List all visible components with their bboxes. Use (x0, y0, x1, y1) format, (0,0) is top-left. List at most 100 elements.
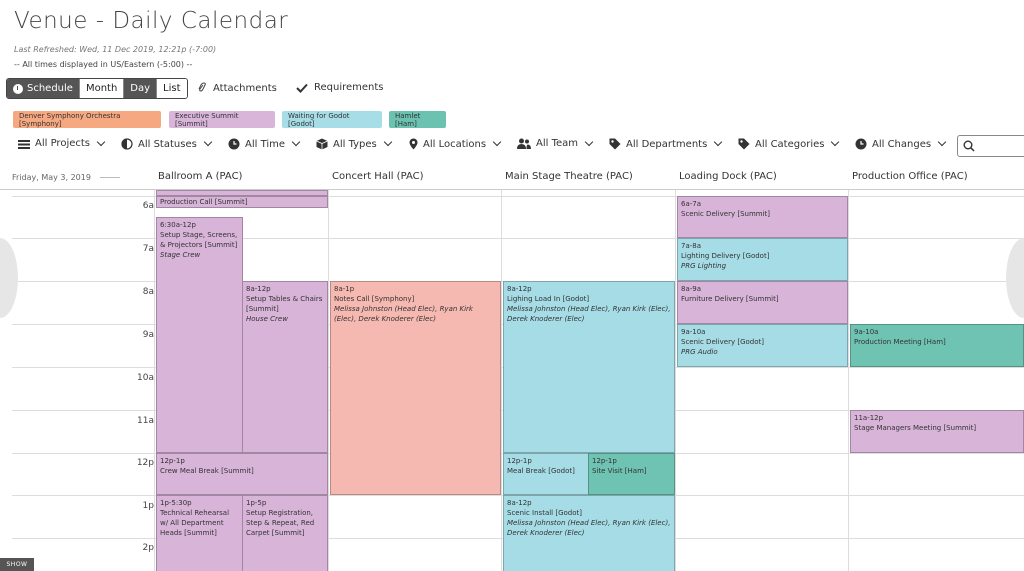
search-icon (963, 140, 975, 152)
locations-filter[interactable]: All Locations (409, 137, 502, 150)
event-time: 6a-7a (681, 200, 702, 208)
tag-icon (738, 138, 750, 150)
event-time: 6:30a-12p (160, 221, 196, 229)
chevron-down-icon (831, 137, 840, 147)
column-divider (675, 190, 676, 571)
column-loading-dock: Loading Dock (PAC) (679, 171, 777, 182)
hour-label: 12p (136, 458, 154, 468)
categories-filter[interactable]: All Categories (738, 137, 840, 150)
checkmark-icon (296, 83, 308, 93)
event-title: Production Meeting [Ham] (854, 338, 946, 346)
half-circle-icon (121, 138, 133, 150)
projects-filter[interactable]: All Projects (18, 137, 106, 149)
event-crew: PRG Lighting (681, 262, 727, 270)
event-title: Lighting Delivery [Godot] (681, 252, 770, 260)
chevron-down-icon (291, 137, 301, 147)
event-scenic-delivery-summit[interactable]: 6a-7a Scenic Delivery [Summit] (677, 196, 848, 238)
timezone-note: -- All times displayed in US/Eastern (-5… (14, 60, 193, 69)
column-main-stage: Main Stage Theatre (PAC) (505, 171, 633, 182)
event-production-meeting[interactable]: 9a-10a Production Meeting [Ham] (850, 324, 1024, 367)
event-time: 12p-1p (592, 457, 617, 465)
event-title: Scenic Delivery [Summit] (681, 210, 771, 218)
statuses-filter[interactable]: All Statuses (121, 137, 213, 150)
last-refreshed: Last Refreshed: Wed, 11 Dec 2019, 12:21p… (14, 45, 217, 54)
page-title: Venue - Daily Calendar (14, 8, 289, 34)
hour-label: 2p (142, 543, 154, 553)
event-setup-registration[interactable]: 1p-5p Setup Registration, Step & Repeat,… (242, 495, 328, 571)
attachments-label: Attachments (213, 82, 277, 94)
event-crew-meal[interactable]: 12p-1p Crew Meal Break [Summit] (156, 453, 328, 495)
team-filter[interactable]: All Team (517, 137, 594, 149)
month-view-button[interactable]: Month (79, 79, 125, 98)
changes-filter[interactable]: All Changes (855, 137, 947, 150)
event-title: Production Call [Summit] (160, 198, 248, 206)
legend-symphony[interactable]: Denver Symphony Orchestra [Symphony] (13, 111, 161, 128)
event-lighting-delivery[interactable]: 7a-8a Lighting Delivery [Godot] PRG Ligh… (677, 238, 848, 281)
event-scenic-install[interactable]: 8a-12p Scenic Install [Godot] Melissa Jo… (503, 495, 675, 571)
event-title: Lighing Load In [Godot] (507, 295, 590, 303)
event-time: 11a-12p (854, 414, 884, 422)
locations-filter-label: All Locations (423, 138, 487, 150)
event-time: 8a-12p (507, 499, 532, 507)
chevron-down-icon (383, 137, 393, 147)
departments-filter[interactable]: All Departments (609, 137, 723, 150)
view-switcher: Schedule Month Day List (6, 78, 188, 99)
column-divider (154, 190, 155, 571)
time-filter[interactable]: All Time (228, 137, 301, 150)
hour-label: 7a (142, 244, 154, 254)
event-tech-rehearsal[interactable]: 1p-5:30p Technical Rehearsal w/ All Depa… (156, 495, 243, 571)
show-button[interactable]: SHOW (0, 558, 34, 571)
event-crew: Melissa Johnston (Head Elec), Ryan Kirk … (334, 305, 473, 323)
chevron-down-icon (714, 137, 723, 147)
event-stage-managers-meeting[interactable]: 11a-12p Stage Managers Meeting [Summit] (850, 410, 1024, 453)
types-filter[interactable]: All Types (316, 137, 393, 150)
event-meal-break[interactable]: 12p-1p Meal Break [Godot] (503, 453, 589, 495)
event-title: Technical Rehearsal w/ All Department He… (160, 509, 230, 537)
list-icon (18, 139, 30, 149)
event-setup-stage[interactable]: 6:30a-12p Setup Stage, Screens, & Projec… (156, 217, 243, 453)
event-setup-tables[interactable]: 8a-12p Setup Tables & Chairs [Summit] Ho… (242, 281, 328, 453)
legend-hamlet[interactable]: Hamlet [Ham] (389, 111, 446, 128)
column-divider (328, 190, 329, 571)
schedule-view-button[interactable]: Schedule (7, 79, 80, 98)
legend-godot[interactable]: Waiting for Godot [Godot] (282, 111, 382, 128)
event-production-call[interactable]: Production Call [Summit] (156, 196, 328, 208)
event-title: Setup Stage, Screens, & Projectors [Summ… (160, 231, 238, 249)
day-view-button[interactable]: Day (124, 79, 158, 98)
event-crew: Stage Crew (160, 251, 201, 259)
chevron-down-icon (203, 137, 213, 147)
event-title: Notes Call [Symphony] (334, 295, 415, 303)
event-title: Crew Meal Break [Summit] (160, 467, 254, 475)
clock-icon (228, 138, 240, 150)
chevron-down-icon (492, 137, 502, 147)
event-scenic-delivery-godot[interactable]: 9a-10a Scenic Delivery [Godot] PRG Audio (677, 324, 848, 367)
event-furniture-delivery[interactable]: 8a-9a Furniture Delivery [Summit] (677, 281, 848, 324)
hour-label: 10a (137, 373, 154, 383)
statuses-filter-label: All Statuses (138, 138, 197, 150)
chevron-down-icon (937, 137, 947, 147)
legend-summit[interactable]: Executive Summit [Summit] (169, 111, 275, 128)
calendar-date: Friday, May 3, 2019 (12, 173, 91, 182)
requirements-button[interactable]: Requirements (296, 82, 384, 93)
column-divider (848, 190, 849, 571)
event-site-visit[interactable]: 12p-1p Site Visit [Ham] (588, 453, 675, 495)
search-input[interactable] (957, 135, 1024, 157)
team-icon (517, 138, 531, 149)
event-time: 8a-12p (507, 285, 532, 293)
list-view-button[interactable]: List (157, 79, 187, 98)
attachments-button[interactable]: Attachments (197, 82, 277, 94)
hour-label: 6a (142, 201, 154, 211)
event-lighting-load-in[interactable]: 8a-12p Lighing Load In [Godot] Melissa J… (503, 281, 675, 453)
event-time: 1p-5p (246, 499, 267, 507)
hour-label: 8a (142, 287, 154, 297)
types-filter-label: All Types (333, 138, 377, 150)
schedule-label: Schedule (27, 83, 73, 94)
event-title: Setup Tables & Chairs [Summit] (246, 295, 323, 313)
cube-icon (316, 138, 328, 150)
event-title: Meal Break [Godot] (507, 467, 575, 475)
event-title: Scenic Install [Godot] (507, 509, 582, 517)
event-notes-call[interactable]: 8a-1p Notes Call [Symphony] Melissa John… (330, 281, 501, 495)
team-filter-label: All Team (536, 138, 579, 149)
hour-label: 9a (142, 330, 154, 340)
requirements-label: Requirements (314, 82, 384, 93)
